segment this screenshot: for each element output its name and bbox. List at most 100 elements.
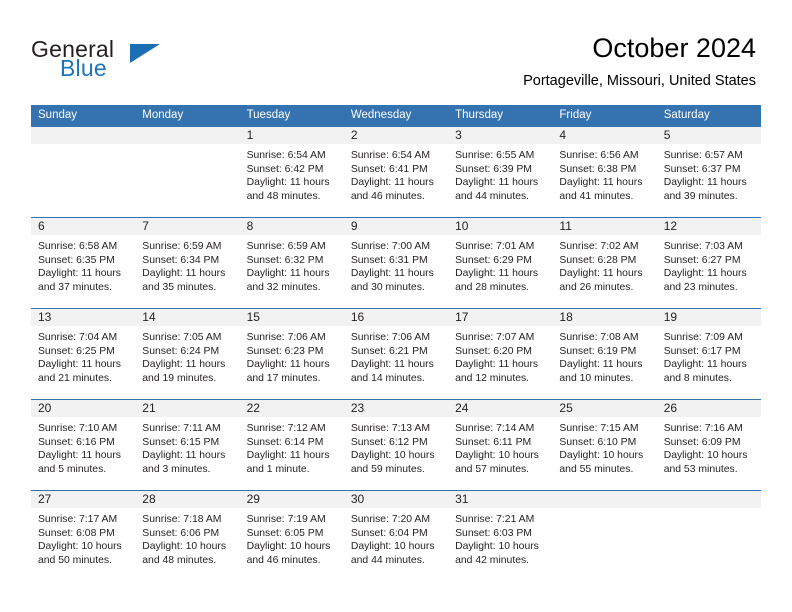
day-detail-line: Sunrise: 7:02 AM xyxy=(559,241,639,252)
calendar-day-cell[interactable]: 12 Sunrise: 7:03 AM Sunset: 6:27 PM Dayligh… xyxy=(656,217,761,309)
calendar-day-cell[interactable]: 21 Sunrise: 7:11 AM Sunset: 6:15 PM Dayligh… xyxy=(135,399,240,491)
day-detail-line: Sunrise: 7:18 AM xyxy=(142,514,222,525)
calendar-day-cell[interactable]: 15 Sunrise: 7:06 AM Sunset: 6:23 PM Dayligh… xyxy=(239,308,344,400)
day-detail-line: Sunset: 6:34 PM xyxy=(142,254,220,266)
calendar-day-cell[interactable]: 27 Sunrise: 7:17 AM Sunset: 6:08 PM Dayligh… xyxy=(31,490,136,581)
calendar-day-cell[interactable]: 3 Sunrise: 6:55 AM Sunset: 6:39 PM Daylight… xyxy=(448,127,553,218)
calendar-body: 1 Sunrise: 6:54 AM Sunset: 6:42 PM Daylight… xyxy=(31,127,761,581)
day-detail-line: Sunset: 6:42 PM xyxy=(246,163,324,175)
day-details: Sunrise: 7:00 AM Sunset: 6:31 PM Daylight:… xyxy=(344,235,448,294)
calendar-day-cell[interactable]: 8 Sunrise: 6:59 AM Sunset: 6:32 PM Daylight… xyxy=(239,217,344,309)
day-detail-line: Daylight: 10 hours xyxy=(350,450,435,462)
calendar-day-cell[interactable]: 16 Sunrise: 7:06 AM Sunset: 6:21 PM Dayligh… xyxy=(343,308,449,400)
day-number: 17 xyxy=(448,309,553,326)
day-detail-line: and 3 minutes. xyxy=(142,463,211,475)
calendar-day-cell[interactable]: 30 Sunrise: 7:20 AM Sunset: 6:04 PM Dayligh… xyxy=(343,490,449,581)
calendar-day-cell[interactable]: 18 Sunrise: 7:08 AM Sunset: 6:19 PM Dayligh… xyxy=(552,308,657,400)
calendar-day-cell[interactable]: 2 Sunrise: 6:54 AM Sunset: 6:41 PM Daylight… xyxy=(343,127,449,218)
day-detail-line: Sunset: 6:08 PM xyxy=(38,527,115,539)
calendar-week-row: 27 Sunrise: 7:17 AM Sunset: 6:08 PM Dayligh… xyxy=(31,490,761,581)
day-number: 11 xyxy=(552,218,657,235)
day-number: 20 xyxy=(31,400,136,417)
day-detail-line: Sunset: 6:29 PM xyxy=(455,254,532,266)
day-detail-line: Sunset: 6:27 PM xyxy=(663,254,741,266)
calendar-day-cell[interactable]: 6 Sunrise: 6:58 AM Sunset: 6:35 PM Daylight… xyxy=(31,217,136,309)
day-detail-line: Sunset: 6:28 PM xyxy=(559,254,637,266)
day-number: 10 xyxy=(448,218,553,235)
day-number xyxy=(656,491,761,508)
calendar-day-cell[interactable]: 22 Sunrise: 7:12 AM Sunset: 6:14 PM Dayligh… xyxy=(239,399,344,491)
calendar-empty-cell xyxy=(135,127,240,218)
weekday-header-saturday: Saturday xyxy=(656,105,761,127)
day-details xyxy=(135,144,239,149)
calendar-day-cell[interactable]: 29 Sunrise: 7:19 AM Sunset: 6:05 PM Dayligh… xyxy=(239,490,344,581)
calendar-day-cell[interactable]: 20 Sunrise: 7:10 AM Sunset: 6:16 PM Dayligh… xyxy=(31,399,136,491)
day-detail-line: Daylight: 10 hours xyxy=(38,541,122,553)
calendar-day-cell[interactable]: 25 Sunrise: 7:15 AM Sunset: 6:10 PM Dayligh… xyxy=(552,399,657,491)
calendar-day-cell[interactable]: 1 Sunrise: 6:54 AM Sunset: 6:42 PM Daylight… xyxy=(239,127,344,218)
day-detail-line: and 5 minutes. xyxy=(38,463,107,475)
calendar-day-cell[interactable]: 14 Sunrise: 7:05 AM Sunset: 6:24 PM Dayligh… xyxy=(135,308,240,400)
calendar-day-cell[interactable]: 24 Sunrise: 7:14 AM Sunset: 6:11 PM Dayligh… xyxy=(448,399,553,491)
day-number: 3 xyxy=(448,127,553,144)
calendar-day-cell[interactable]: 5 Sunrise: 6:57 AM Sunset: 6:37 PM Daylight… xyxy=(656,127,761,218)
calendar-grid: Sunday Monday Tuesday Wednesday Thursday… xyxy=(31,105,761,581)
day-detail-line: and 55 minutes. xyxy=(559,463,634,475)
calendar-page: General Blue October 2024 Portageville, … xyxy=(0,0,792,612)
calendar-day-cell[interactable]: 4 Sunrise: 6:56 AM Sunset: 6:38 PM Daylight… xyxy=(552,127,657,218)
day-detail-line: Sunrise: 7:16 AM xyxy=(663,423,743,434)
day-detail-line: Sunset: 6:14 PM xyxy=(246,436,324,448)
day-details: Sunrise: 7:04 AM Sunset: 6:25 PM Daylight:… xyxy=(31,326,135,385)
calendar-day-cell[interactable]: 9 Sunrise: 7:00 AM Sunset: 6:31 PM Daylight… xyxy=(343,217,449,309)
calendar-day-cell[interactable]: 23 Sunrise: 7:13 AM Sunset: 6:12 PM Dayligh… xyxy=(343,399,449,491)
calendar-empty-cell xyxy=(656,490,761,581)
calendar-day-cell[interactable]: 11 Sunrise: 7:02 AM Sunset: 6:28 PM Dayligh… xyxy=(552,217,657,309)
calendar-day-cell[interactable]: 17 Sunrise: 7:07 AM Sunset: 6:20 PM Dayligh… xyxy=(448,308,553,400)
day-detail-line: Daylight: 11 hours xyxy=(246,177,330,189)
day-detail-line: Sunset: 6:03 PM xyxy=(455,527,532,539)
weekday-header-monday: Monday xyxy=(135,105,240,127)
day-detail-line: Sunrise: 7:06 AM xyxy=(246,332,326,343)
day-details: Sunrise: 7:12 AM Sunset: 6:14 PM Daylight:… xyxy=(240,417,344,476)
day-detail-line: Sunset: 6:35 PM xyxy=(38,254,115,266)
day-details: Sunrise: 6:59 AM Sunset: 6:32 PM Daylight:… xyxy=(240,235,344,294)
day-detail-line: Daylight: 11 hours xyxy=(663,177,747,189)
day-detail-line: Sunset: 6:05 PM xyxy=(246,527,324,539)
day-detail-line: Daylight: 11 hours xyxy=(38,359,121,371)
day-details: Sunrise: 7:03 AM Sunset: 6:27 PM Daylight:… xyxy=(657,235,761,294)
day-detail-line: Daylight: 11 hours xyxy=(559,359,643,371)
day-detail-line: Sunset: 6:38 PM xyxy=(559,163,637,175)
calendar-week-row: 13 Sunrise: 7:04 AM Sunset: 6:25 PM Dayligh… xyxy=(31,308,761,400)
day-detail-line: Daylight: 10 hours xyxy=(246,541,331,553)
day-details: Sunrise: 6:57 AM Sunset: 6:37 PM Daylight:… xyxy=(657,144,761,203)
calendar-day-cell[interactable]: 7 Sunrise: 6:59 AM Sunset: 6:34 PM Daylight… xyxy=(135,217,240,309)
day-detail-line: Sunset: 6:41 PM xyxy=(350,163,428,175)
calendar-day-cell[interactable]: 31 Sunrise: 7:21 AM Sunset: 6:03 PM Dayligh… xyxy=(448,490,553,581)
calendar-day-cell[interactable]: 28 Sunrise: 7:18 AM Sunset: 6:06 PM Dayligh… xyxy=(135,490,240,581)
day-detail-line: and 50 minutes. xyxy=(38,554,112,566)
weekday-header-friday: Friday xyxy=(552,105,657,127)
calendar-day-cell[interactable]: 19 Sunrise: 7:09 AM Sunset: 6:17 PM Dayligh… xyxy=(656,308,761,400)
calendar-day-cell[interactable]: 10 Sunrise: 7:01 AM Sunset: 6:29 PM Dayligh… xyxy=(448,217,553,309)
day-detail-line: Sunrise: 6:54 AM xyxy=(246,150,326,161)
day-details: Sunrise: 7:02 AM Sunset: 6:28 PM Daylight:… xyxy=(552,235,656,294)
day-detail-line: and 41 minutes. xyxy=(559,190,634,202)
day-detail-line: and 57 minutes. xyxy=(455,463,530,475)
day-number: 26 xyxy=(656,400,761,417)
day-number: 8 xyxy=(239,218,344,235)
day-detail-line: Sunrise: 7:12 AM xyxy=(246,423,326,434)
day-number: 1 xyxy=(239,127,344,144)
calendar-day-cell[interactable]: 13 Sunrise: 7:04 AM Sunset: 6:25 PM Dayligh… xyxy=(31,308,136,400)
day-detail-line: Sunrise: 6:57 AM xyxy=(663,150,743,161)
day-details: Sunrise: 6:54 AM Sunset: 6:42 PM Daylight:… xyxy=(240,144,344,203)
day-detail-line: Sunrise: 7:05 AM xyxy=(142,332,222,343)
day-detail-line: Daylight: 10 hours xyxy=(455,450,539,462)
day-detail-line: Sunrise: 7:06 AM xyxy=(350,332,430,343)
day-detail-line: Daylight: 11 hours xyxy=(38,450,121,462)
day-number: 12 xyxy=(656,218,761,235)
day-detail-line: and 21 minutes. xyxy=(38,372,112,384)
day-detail-line: Daylight: 11 hours xyxy=(142,450,226,462)
day-detail-line: Sunrise: 7:01 AM xyxy=(455,241,535,252)
calendar-day-cell[interactable]: 26 Sunrise: 7:16 AM Sunset: 6:09 PM Dayligh… xyxy=(656,399,761,491)
day-detail-line: and 26 minutes. xyxy=(559,281,634,293)
